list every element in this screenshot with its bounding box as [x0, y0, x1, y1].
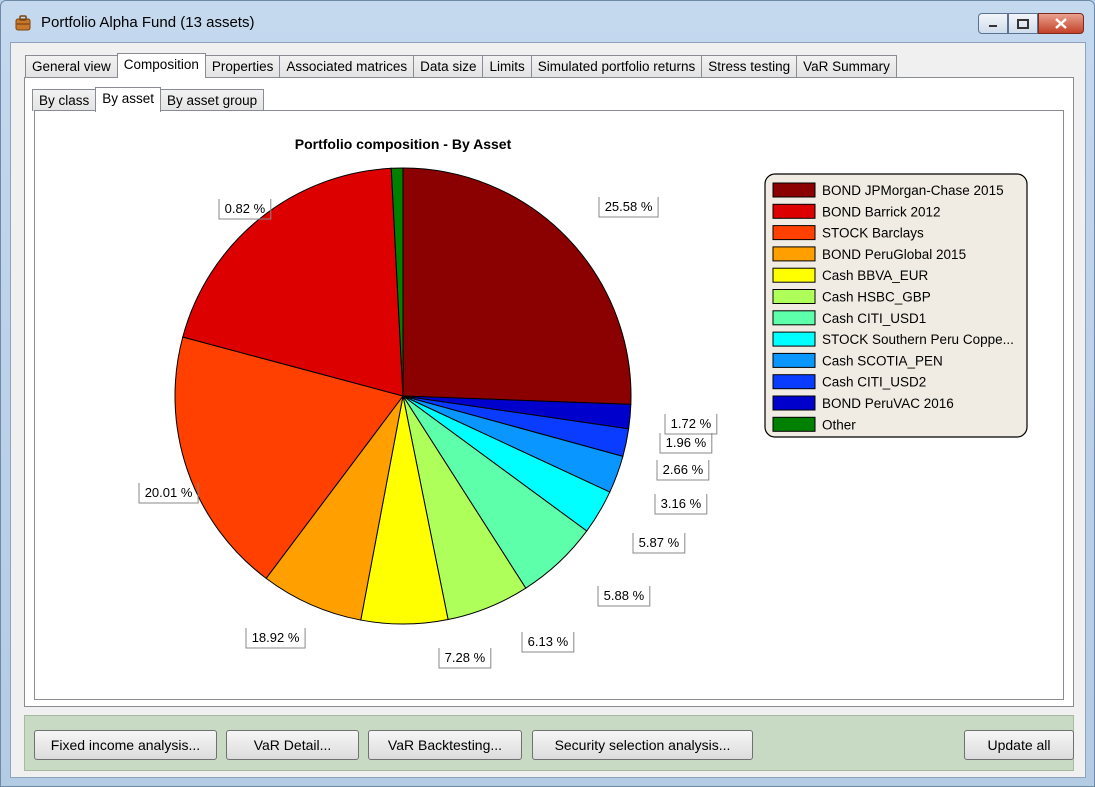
tab-var-summary[interactable]: VaR Summary — [796, 55, 897, 77]
update-all-button[interactable]: Update all — [964, 730, 1074, 760]
legend-item-stock-barclays: STOCK Barclays — [772, 225, 924, 241]
slice-label-cash-citi-usd1: 5.87 % — [632, 533, 686, 554]
legend-swatch — [772, 182, 816, 198]
main-tabs: General view Composition Properties Asso… — [25, 53, 897, 78]
maximize-icon — [1017, 18, 1029, 29]
tab-composition[interactable]: Composition — [116, 53, 206, 78]
legend-swatch — [772, 246, 816, 262]
slice-label-bond-barrick-2012: 20.01 % — [138, 483, 199, 504]
legend-swatch — [772, 310, 816, 326]
tab-data-size[interactable]: Data size — [413, 55, 484, 77]
slice-label-text: 6.13 % — [528, 634, 569, 649]
pie-chart: Portfolio composition - By Asset 25.58 %… — [138, 136, 1028, 669]
legend-item-cash-bbva-eur: Cash BBVA_EUR — [772, 267, 929, 283]
action-bar: Fixed income analysis... VaR Detail... V… — [24, 715, 1074, 771]
pie-slices — [174, 167, 632, 625]
legend-label: Cash HSBC_GBP — [822, 290, 931, 305]
legend-item-cash-scotia-pen: Cash SCOTIA_PEN — [772, 352, 943, 368]
client-area: General view Composition Properties Asso… — [10, 42, 1086, 778]
subtab-by-class[interactable]: By class — [32, 89, 97, 111]
security-selection-analysis-button[interactable]: Security selection analysis... — [532, 730, 753, 760]
pie-slice-bond-jpmorgan-chase-2015 — [402, 167, 632, 405]
legend-item-bond-peruvac-2016: BOND PeruVAC 2016 — [772, 395, 954, 411]
slice-label-bond-peruvac-2016: 1.72 % — [664, 414, 718, 435]
legend-label: BOND JPMorgan-Chase 2015 — [822, 183, 1004, 198]
slice-label-text: 25.58 % — [605, 199, 653, 214]
title-bar[interactable]: Portfolio Alpha Fund (13 assets) — [1, 1, 1094, 43]
slice-label-text: 1.72 % — [671, 416, 712, 431]
legend-label: BOND Barrick 2012 — [822, 204, 941, 219]
close-icon — [1055, 18, 1067, 29]
fixed-income-analysis-button[interactable]: Fixed income analysis... — [34, 730, 217, 760]
slice-label-text: 20.01 % — [145, 485, 193, 500]
legend-swatch — [772, 395, 816, 411]
legend-item-bond-peruglobal-2015: BOND PeruGlobal 2015 — [772, 246, 966, 262]
slice-label-stock-southern-peru-coppe: 3.16 % — [654, 494, 708, 515]
legend-label: Other — [822, 417, 856, 432]
slice-label-text: 18.92 % — [252, 630, 300, 645]
var-detail-button[interactable]: VaR Detail... — [226, 730, 359, 760]
legend-label: Cash CITI_USD1 — [822, 311, 926, 326]
legend-item-cash-citi-usd2: Cash CITI_USD2 — [772, 374, 926, 390]
legend-label: STOCK Barclays — [822, 226, 924, 241]
slice-label-text: 5.88 % — [604, 588, 645, 603]
tab-general-view[interactable]: General view — [25, 55, 118, 77]
app-window: Portfolio Alpha Fund (13 assets) General… — [0, 0, 1095, 787]
slice-label-cash-hsbc-gbp: 5.88 % — [597, 586, 651, 607]
maximize-button[interactable] — [1008, 13, 1038, 34]
tab-stress-testing[interactable]: Stress testing — [701, 55, 798, 77]
var-backtesting-button[interactable]: VaR Backtesting... — [368, 730, 522, 760]
subtab-by-asset-group[interactable]: By asset group — [160, 89, 265, 111]
legend-swatch — [772, 331, 816, 347]
chart-frame: Portfolio composition - By Asset 25.58 %… — [34, 110, 1064, 700]
window-title: Portfolio Alpha Fund (13 assets) — [41, 14, 255, 31]
minimize-button[interactable] — [978, 13, 1008, 34]
legend-label: BOND PeruVAC 2016 — [822, 396, 954, 411]
slice-label-text: 3.16 % — [661, 496, 702, 511]
slice-label-cash-scotia-pen: 2.66 % — [656, 460, 710, 481]
portfolio-icon — [15, 15, 31, 31]
slice-label-stock-barclays: 18.92 % — [245, 628, 306, 649]
chart-title: Portfolio composition - By Asset — [295, 136, 512, 152]
legend-swatch — [772, 374, 816, 390]
window-controls — [978, 13, 1084, 34]
legend-swatch — [772, 352, 816, 368]
minimize-icon — [989, 24, 997, 27]
legend-label: Cash SCOTIA_PEN — [822, 353, 943, 368]
slice-label-text: 5.87 % — [639, 535, 680, 550]
legend-swatch — [772, 289, 816, 304]
slice-label-text: 7.28 % — [445, 650, 486, 665]
close-button[interactable] — [1038, 13, 1084, 34]
legend-item-bond-barrick-2012: BOND Barrick 2012 — [772, 203, 941, 219]
subtab-by-asset[interactable]: By asset — [95, 87, 162, 112]
legend-label: BOND PeruGlobal 2015 — [822, 247, 966, 262]
tab-limits[interactable]: Limits — [482, 55, 532, 77]
legend-label: STOCK Southern Peru Coppe... — [822, 332, 1014, 347]
tab-properties[interactable]: Properties — [204, 55, 281, 77]
slice-label-text: 2.66 % — [663, 462, 704, 477]
legend-swatch — [772, 416, 816, 432]
composition-subtabs: By class By asset By asset group — [32, 85, 265, 112]
chart-legend: BOND JPMorgan-Chase 2015 BOND Barrick 201… — [764, 173, 1028, 438]
legend-swatch — [772, 267, 816, 283]
legend-label: Cash BBVA_EUR — [822, 268, 929, 283]
tab-associated-matrices[interactable]: Associated matrices — [279, 55, 415, 77]
slice-label-bond-jpmorgan-chase-2015: 25.58 % — [598, 197, 659, 218]
legend-label: Cash CITI_USD2 — [822, 375, 926, 390]
legend-item-stock-southern-peru-coppe: STOCK Southern Peru Coppe... — [772, 331, 1014, 347]
legend-swatch — [772, 225, 816, 241]
slice-label-bond-peruglobal-2015: 7.28 % — [438, 648, 492, 669]
tab-simulated-portfolio-returns[interactable]: Simulated portfolio returns — [530, 55, 703, 77]
slice-label-cash-citi-usd2: 1.96 % — [659, 433, 713, 454]
legend-item-cash-hsbc-gbp: Cash HSBC_GBP — [772, 289, 931, 305]
composition-panel: By class By asset By asset group Portfol… — [24, 77, 1074, 707]
legend-item-cash-citi-usd1: Cash CITI_USD1 — [772, 310, 926, 326]
slice-label-text: 0.82 % — [225, 201, 266, 216]
legend-item-bond-jpmorgan-chase-2015: BOND JPMorgan-Chase 2015 — [772, 182, 1004, 198]
legend-item-other: Other — [772, 416, 856, 432]
slice-label-text: 1.96 % — [666, 435, 707, 450]
slice-label-cash-bbva-eur: 6.13 % — [521, 632, 575, 653]
legend-swatch — [772, 203, 816, 219]
